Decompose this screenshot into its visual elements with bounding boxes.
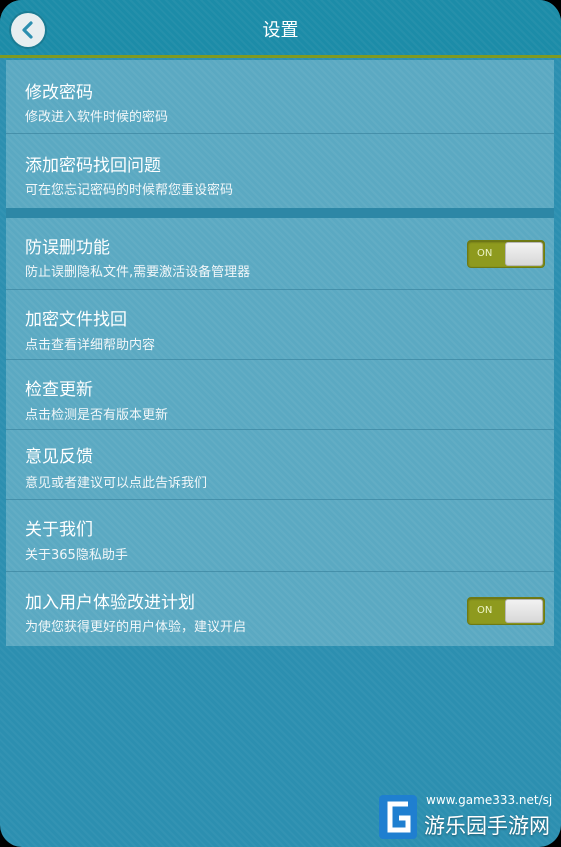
watermark-logo-icon (379, 795, 417, 839)
item-subtitle: 防止误删隐私文件,需要激活设备管理器 (25, 265, 251, 280)
item-title: 关于我们 (25, 520, 93, 540)
item-subtitle: 点击查看详细帮助内容 (25, 338, 156, 353)
site-watermark: www.game333.net/sj 游乐园手游网 (375, 787, 561, 847)
item-subtitle: 点击检测是否有版本更新 (25, 408, 169, 423)
section-divider (6, 208, 554, 218)
watermark-url: www.game333.net/sj (426, 793, 553, 807)
check-update-item[interactable]: 检查更新 点击检测是否有版本更新 (6, 360, 554, 430)
password-recovery-question-item[interactable]: 添加密码找回问题 可在您忘记密码的时候帮您重设密码 (6, 134, 554, 208)
watermark-site-name: 游乐园手游网 (424, 814, 550, 838)
item-subtitle: 关于365隐私助手 (25, 548, 128, 563)
item-title: 加入用户体验改进计划 (25, 593, 195, 613)
toggle-state-label: ON (477, 248, 493, 259)
toggle-state-label: ON (477, 605, 493, 616)
item-subtitle: 修改进入软件时候的密码 (25, 110, 169, 125)
user-experience-program-item[interactable]: 加入用户体验改进计划 为使您获得更好的用户体验，建议开启 ON (6, 572, 554, 646)
page-title: 设置 (262, 20, 299, 41)
user-experience-toggle[interactable]: ON (467, 597, 545, 625)
item-title: 修改密码 (25, 83, 93, 103)
item-title: 意见反馈 (25, 447, 93, 467)
settings-screen: 设置 修改密码 修改进入软件时候的密码 添加密码找回问题 可在您忘记密码的时候帮… (0, 0, 561, 847)
item-subtitle: 意见或者建议可以点此告诉我们 (25, 476, 208, 491)
anti-delete-toggle[interactable]: ON (467, 240, 545, 268)
feedback-item[interactable]: 意见反馈 意见或者建议可以点此告诉我们 (6, 430, 554, 500)
item-title: 添加密码找回问题 (25, 156, 161, 176)
item-title: 防误删功能 (25, 238, 110, 258)
about-us-item[interactable]: 关于我们 关于365隐私助手 (6, 500, 554, 572)
account-settings-panel: 修改密码 修改进入软件时候的密码 添加密码找回问题 可在您忘记密码的时候帮您重设… (6, 60, 554, 208)
change-password-item[interactable]: 修改密码 修改进入软件时候的密码 (6, 60, 554, 134)
item-subtitle: 可在您忘记密码的时候帮您重设密码 (25, 183, 234, 198)
item-title: 检查更新 (25, 380, 93, 400)
toggle-knob (505, 599, 543, 623)
encrypted-file-recovery-item[interactable]: 加密文件找回 点击查看详细帮助内容 (6, 290, 554, 360)
back-arrow-icon (22, 21, 33, 39)
anti-delete-item[interactable]: 防误删功能 防止误删隐私文件,需要激活设备管理器 ON (6, 218, 554, 290)
item-title: 加密文件找回 (25, 310, 127, 330)
back-button[interactable] (11, 13, 45, 47)
toggle-knob (505, 242, 543, 266)
item-subtitle: 为使您获得更好的用户体验，建议开启 (25, 620, 247, 635)
general-settings-panel: 防误删功能 防止误删隐私文件,需要激活设备管理器 ON 加密文件找回 点击查看详… (6, 218, 554, 646)
